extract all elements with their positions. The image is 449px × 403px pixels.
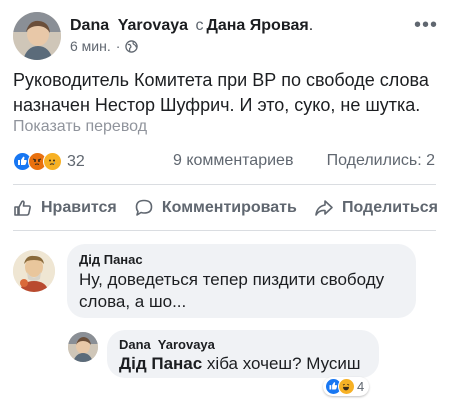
like-label: Нравится (41, 199, 117, 216)
reply-author-photo (68, 332, 98, 362)
more-dots-icon[interactable]: ••• (414, 15, 438, 35)
with-word: с (195, 17, 204, 34)
commenter-avatar[interactable] (13, 250, 55, 292)
share-label: Поделиться (341, 199, 438, 216)
reply-reactions[interactable]: 4 (323, 377, 370, 396)
post-time[interactable]: 6 мин. (70, 38, 111, 54)
comment-icon (135, 199, 153, 216)
reply-reaction-count: 4 (357, 379, 365, 394)
translate-link[interactable]: Показать перевод (13, 118, 147, 136)
author-photo (13, 12, 61, 60)
post-text: Руководитель Комитета при ВР по свободе … (13, 70, 429, 115)
shares-count[interactable]: Поделились: 2 (327, 152, 435, 170)
post-header: Dana Yarovaya с Дана Яровая. 6 мин. · ••• (13, 8, 438, 60)
laugh-icon (338, 378, 355, 395)
with-suffix: . (308, 17, 314, 34)
share-icon (315, 200, 333, 216)
divider-bottom (13, 230, 436, 231)
like-button[interactable]: Нравится (13, 198, 117, 218)
author-line: Dana Yarovaya с Дана Яровая. (70, 17, 313, 35)
globe-icon[interactable] (125, 39, 139, 53)
reaction-count: 32 (67, 152, 85, 170)
reply-comment: Dana Yarovaya Дід Панас хіба хочеш? Муси… (0, 330, 449, 400)
post-meta: 6 мин. · (70, 38, 139, 54)
comments-count[interactable]: 9 комментариев (173, 152, 293, 170)
reply-avatar[interactable] (68, 332, 98, 362)
reactions-summary[interactable]: 32 (13, 152, 85, 171)
comment-bubble: Дід Панас Ну, доведеться тепер пиздити с… (67, 244, 416, 318)
sad-icon (43, 152, 62, 171)
comment-text: Ну, доведеться тепер пиздити свободу сло… (79, 270, 385, 311)
comment-button[interactable]: Комментировать (134, 198, 297, 218)
share-button[interactable]: Поделиться (314, 198, 438, 218)
reply-text: хіба хочеш? Мусиш (202, 354, 361, 373)
thumbs-up-icon (14, 200, 31, 216)
reply-author[interactable]: Dana Yarovaya (119, 337, 367, 352)
meta-dot: · (115, 38, 121, 54)
reply-bubble: Dana Yarovaya Дід Панас хіба хочеш? Муси… (107, 330, 379, 378)
tagged-name[interactable]: Дана Яровая (206, 17, 308, 34)
author-name[interactable]: Dana Yarovaya (70, 17, 188, 34)
author-avatar[interactable] (13, 12, 61, 60)
reply-mention[interactable]: Дід Панас (119, 354, 202, 373)
divider-top (13, 184, 436, 185)
comment-label: Комментировать (161, 199, 297, 216)
action-bar: Нравится Комментировать Поделиться (13, 194, 438, 222)
post-stats: 32 9 комментариев Поделились: 2 (13, 152, 435, 172)
commenter-photo (13, 250, 55, 292)
comment-author[interactable]: Дід Панас (79, 252, 404, 267)
reply-text-line: Дід Панас хіба хочеш? Мусиш (119, 353, 367, 375)
comment: Дід Панас Ну, доведеться тепер пиздити с… (0, 244, 449, 324)
